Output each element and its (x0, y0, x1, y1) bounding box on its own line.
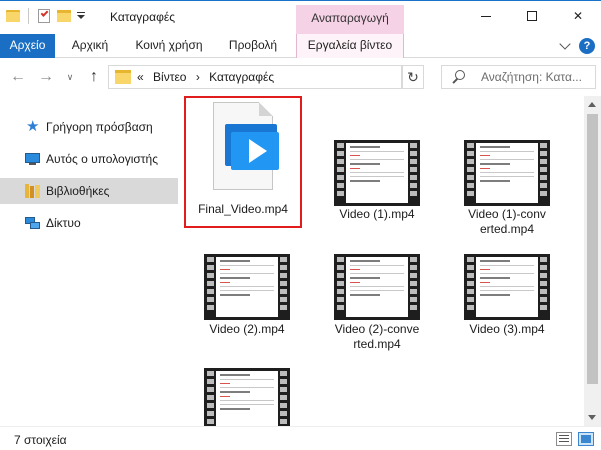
ribbon-tabs: Αρχείο Αρχική Κοινή χρήση Προβολή Εργαλε… (0, 34, 601, 58)
video-thumbnail (204, 368, 290, 434)
scrollbar-thumb[interactable] (587, 114, 598, 384)
details-view-icon[interactable] (556, 432, 572, 446)
video-thumbnail (334, 254, 420, 320)
file-name: Video (3).mp4 (469, 322, 545, 336)
breadcrumb: « Βίντεο › Καταγραφές (137, 70, 280, 84)
window-title: Καταγραφές (110, 10, 175, 24)
close-button[interactable]: ✕ (555, 1, 601, 31)
file-name: Final_Video.mp4 (198, 202, 288, 216)
sidebar-item-network[interactable]: Δίκτυο (0, 210, 178, 236)
file-item-video-3[interactable]: Video (3).mp4 (448, 254, 566, 337)
scroll-up-icon[interactable] (584, 96, 601, 113)
up-arrow-icon[interactable]: ↑ (84, 67, 104, 87)
vertical-scrollbar[interactable] (584, 96, 601, 426)
properties-icon[interactable] (35, 7, 53, 25)
status-bar: 7 στοιχεία (0, 426, 601, 450)
file-name: Video (2).mp4 (209, 322, 285, 336)
network-icon (24, 215, 42, 231)
sidebar-item-libraries[interactable]: Βιβλιοθήκες (0, 178, 178, 204)
file-name: Video (2)-converted.mp4 (334, 322, 420, 351)
tab-home[interactable]: Αρχική (60, 34, 120, 58)
sidebar-item-label: Δίκτυο (46, 216, 81, 230)
file-item-video-1[interactable]: Video (1).mp4 (318, 140, 436, 222)
minimize-icon (481, 15, 491, 17)
address-bar[interactable]: « Βίντεο › Καταγραφές (108, 65, 402, 89)
search-box[interactable]: Αναζήτηση: Κατα... (441, 65, 596, 89)
search-placeholder: Αναζήτηση: Κατα... (481, 70, 582, 84)
maximize-button[interactable] (509, 1, 555, 31)
customize-toolbar-icon[interactable] (75, 7, 87, 25)
file-item-video-1-converted[interactable]: Video (1)-converted.mp4 (448, 140, 566, 237)
forward-arrow-icon[interactable]: → (36, 67, 56, 87)
quick-access-toolbar (4, 7, 87, 25)
toolbar-divider (28, 8, 29, 24)
folder-icon (115, 70, 131, 84)
tab-video-tools[interactable]: Εργαλεία βίντεο (296, 34, 404, 58)
recent-locations-icon[interactable]: ∨ (60, 67, 80, 87)
help-icon[interactable]: ? (579, 38, 595, 54)
folder-icon (4, 7, 22, 25)
expand-ribbon-icon[interactable] (559, 38, 571, 50)
breadcrumb-overflow[interactable]: « (137, 70, 144, 84)
file-item-video-2[interactable]: Video (2).mp4 (188, 254, 306, 337)
file-name: Video (1).mp4 (339, 207, 415, 221)
sidebar-item-quick-access[interactable]: ★ Γρήγορη πρόσβαση (0, 114, 178, 140)
context-tab-group-header: Αναπαραγωγή (296, 5, 404, 35)
sidebar-item-label: Βιβλιοθήκες (46, 184, 110, 198)
sidebar-item-label: Γρήγορη πρόσβαση (46, 120, 153, 134)
sidebar-item-this-pc[interactable]: Αυτός ο υπολογιστής (0, 146, 178, 172)
navigation-bar: ← → ∨ ↑ « Βίντεο › Καταγραφές ↻ Αναζήτησ… (0, 58, 601, 96)
video-thumbnail (464, 254, 550, 320)
breadcrumb-item-recordings[interactable]: Καταγραφές (209, 70, 274, 84)
file-item-final-video[interactable]: Final_Video.mp4 (184, 96, 302, 228)
file-list: Final_Video.mp4 Video (1).mp4 Video (1)-… (180, 96, 584, 434)
large-icons-view-icon[interactable] (578, 432, 594, 446)
video-thumbnail (334, 140, 420, 206)
item-count: 7 στοιχεία (14, 433, 67, 447)
file-item-video-4[interactable] (188, 368, 306, 434)
ribbon-controls: ? (559, 38, 595, 54)
breadcrumb-item-videos[interactable]: Βίντεο (153, 70, 186, 84)
file-name: Video (1)-converted.mp4 (468, 207, 546, 236)
tab-share[interactable]: Κοινή χρήση (124, 34, 214, 58)
scroll-down-icon[interactable] (584, 409, 601, 426)
title-bar: Καταγραφές Αναπαραγωγή ✕ (0, 0, 601, 35)
tab-file[interactable]: Αρχείο (0, 34, 55, 58)
sidebar-item-label: Αυτός ο υπολογιστής (46, 152, 158, 166)
computer-icon (24, 151, 42, 167)
minimize-button[interactable] (463, 1, 509, 31)
video-file-icon (205, 102, 281, 192)
navigation-pane: ★ Γρήγορη πρόσβαση Αυτός ο υπολογιστής Β… (0, 96, 180, 426)
star-icon: ★ (26, 118, 40, 135)
search-icon (452, 70, 466, 84)
video-thumbnail (204, 254, 290, 320)
refresh-icon[interactable]: ↻ (402, 65, 424, 89)
new-folder-icon[interactable] (55, 7, 73, 25)
tab-view[interactable]: Προβολή (218, 34, 288, 58)
maximize-icon (527, 11, 537, 21)
libraries-icon (24, 183, 42, 199)
back-arrow-icon[interactable]: ← (8, 67, 28, 87)
breadcrumb-separator[interactable]: › (196, 70, 200, 84)
video-thumbnail (464, 140, 550, 206)
file-item-video-2-converted[interactable]: Video (2)-converted.mp4 (318, 254, 436, 352)
